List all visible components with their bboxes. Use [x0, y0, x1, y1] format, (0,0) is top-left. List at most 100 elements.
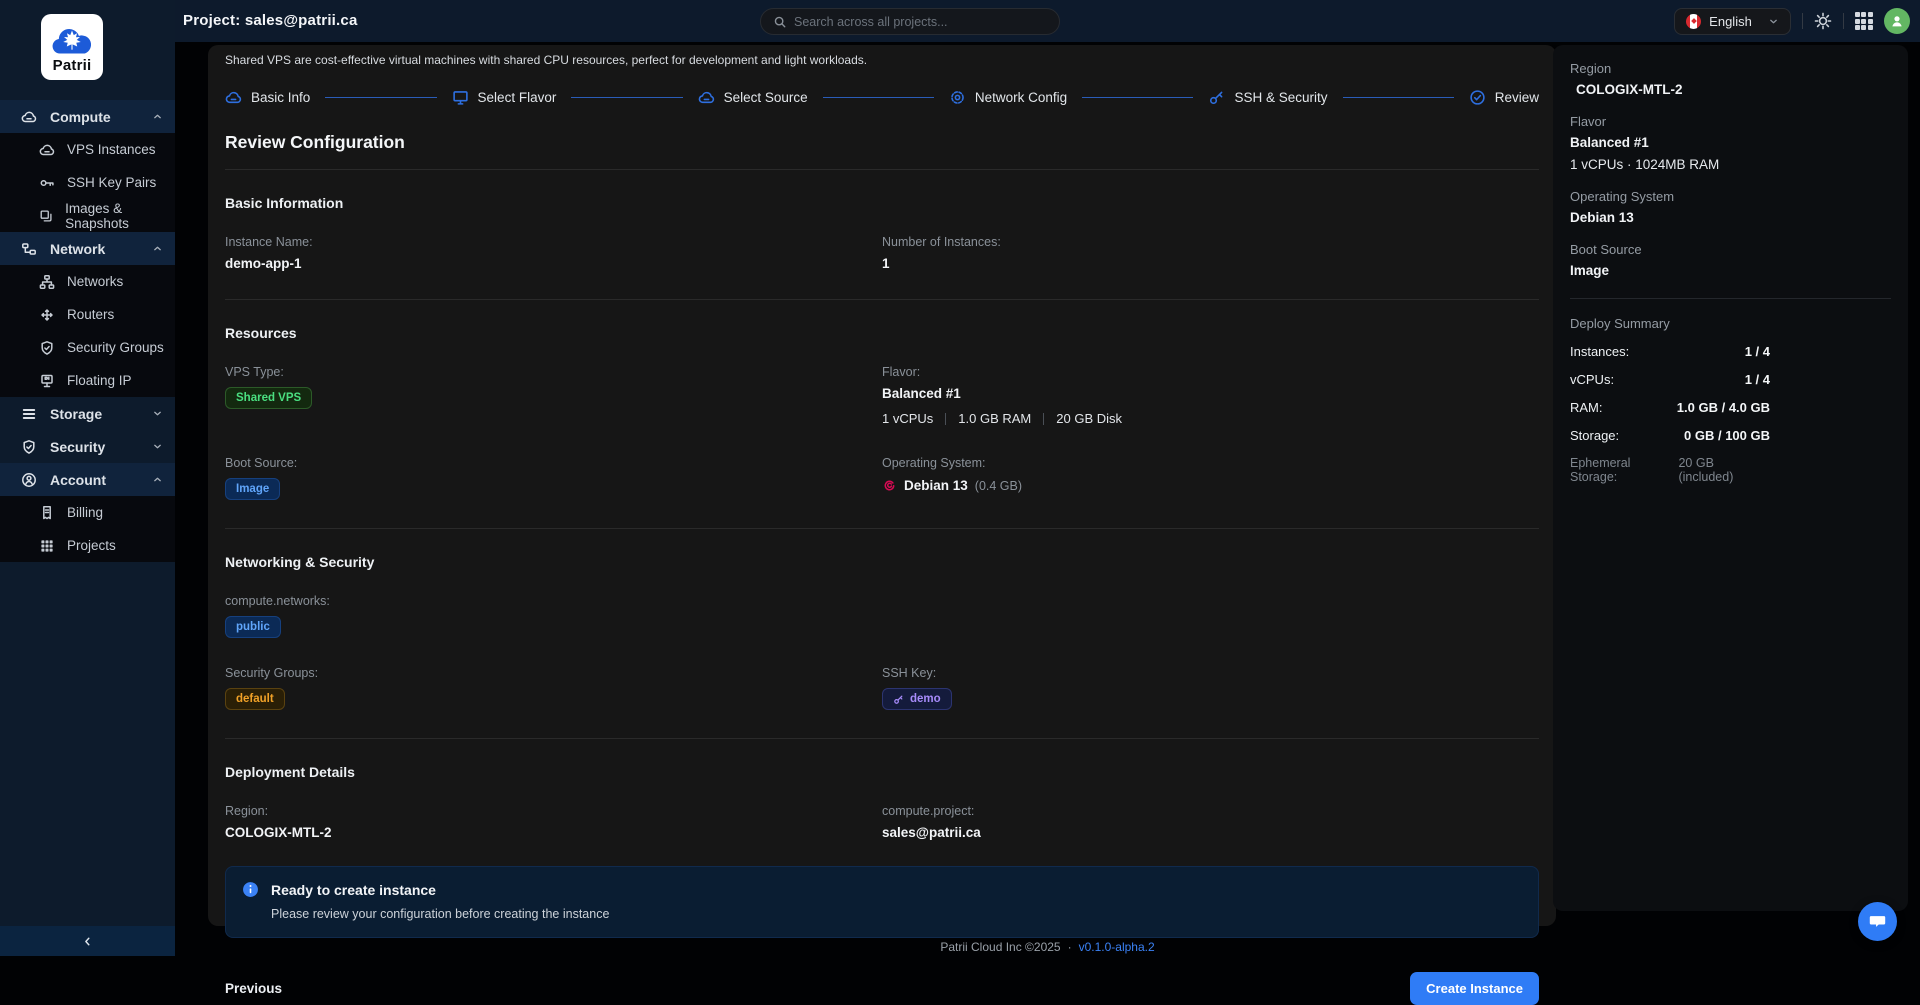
sun-icon	[1814, 12, 1832, 30]
security-groups-field: Security Groups: default	[225, 666, 882, 710]
create-instance-button[interactable]: Create Instance	[1410, 972, 1539, 1005]
version-link[interactable]: v0.1.0-alpha.2	[1079, 940, 1155, 954]
sidebar-item-images-snapshots[interactable]: Images & Snapshots	[0, 199, 175, 232]
sidebar-item-vps-instances[interactable]: VPS Instances	[0, 133, 175, 166]
step-basic-info[interactable]: Basic Info	[225, 89, 310, 106]
summary-row-ram: RAM: 1.0 GB / 4.0 GB	[1570, 400, 1770, 415]
vps-type-field: VPS Type: Shared VPS	[225, 365, 882, 426]
boot-source-badge: Image	[225, 478, 280, 500]
previous-button[interactable]: Previous	[225, 981, 282, 996]
topbar-right-cluster: English	[1674, 0, 1910, 42]
region-value: COLOGIX-MTL-2	[225, 825, 882, 840]
step-connector	[823, 97, 934, 99]
divider	[225, 299, 1539, 300]
apps-grid-button[interactable]	[1855, 12, 1873, 30]
operating-system-value-row: Debian 13 (0.4 GB)	[882, 478, 1539, 493]
theme-toggle-button[interactable]	[1814, 12, 1832, 30]
summary-value: 0 GB / 100 GB	[1684, 428, 1770, 443]
topbar: Project: sales@patrii.ca English	[0, 0, 1920, 42]
footer: Patrii Cloud Inc ©2025·v0.1.0-alpha.2	[175, 940, 1920, 954]
language-selector[interactable]: English	[1674, 8, 1791, 35]
step-connector	[1343, 97, 1454, 99]
wizard-stepper: Basic Info Select Flavor Select Source N…	[225, 89, 1539, 106]
flavor-value: Balanced #1	[882, 386, 1539, 401]
step-select-source[interactable]: Select Source	[698, 89, 808, 106]
sidebar-item-security-groups[interactable]: Security Groups	[0, 331, 175, 364]
cloud-server-icon	[39, 142, 55, 158]
summary-value: 1 / 4	[1745, 372, 1770, 387]
step-select-flavor[interactable]: Select Flavor	[452, 89, 557, 106]
boot-source-field: Boot Source: Image	[225, 456, 882, 500]
global-search[interactable]	[760, 8, 1060, 35]
images-icon	[39, 208, 53, 224]
info-icon	[242, 881, 259, 898]
panel-region-label: Region	[1570, 61, 1891, 76]
alert-header: Ready to create instance	[242, 881, 1522, 898]
sidebar-item-floating-ip[interactable]: Floating IP	[0, 364, 175, 397]
sidebar-group-network[interactable]: Network	[0, 232, 175, 265]
ssh-key-field: SSH Key: demo	[882, 666, 1539, 710]
sidebar-item-billing[interactable]: Billing	[0, 496, 175, 529]
step-review[interactable]: Review	[1469, 89, 1539, 106]
flavor-label: Flavor:	[882, 365, 1539, 379]
instance-count-field: Number of Instances: 1	[882, 235, 1539, 271]
chat-launcher-button[interactable]	[1858, 902, 1897, 941]
monitor-icon	[452, 89, 469, 106]
chevron-down-icon	[152, 408, 163, 419]
sidebar-item-label: Security Groups	[67, 340, 164, 355]
summary-label: Instances:	[1570, 344, 1629, 359]
panel-flavor-value: Balanced #1	[1570, 135, 1891, 150]
step-ssh-security[interactable]: SSH & Security	[1208, 89, 1327, 106]
sidebar: Patrii Compute VPS Instances SSH Key Pai…	[0, 0, 175, 956]
step-label: Review	[1495, 90, 1539, 105]
sidebar-item-ssh-key-pairs[interactable]: SSH Key Pairs	[0, 166, 175, 199]
user-avatar[interactable]	[1884, 8, 1910, 34]
os-size: (0.4 GB)	[975, 479, 1022, 493]
instance-count-label: Number of Instances:	[882, 235, 1539, 249]
cloud-server-icon	[21, 109, 37, 125]
sidebar-item-label: Billing	[67, 505, 103, 520]
sidebar-item-label: VPS Instances	[67, 142, 156, 157]
sidebar-group-security[interactable]: Security	[0, 430, 175, 463]
sidebar-group-account[interactable]: Account	[0, 463, 175, 496]
sidebar-group-compute[interactable]: Compute	[0, 100, 175, 133]
panel-boot-label: Boot Source	[1570, 242, 1891, 257]
sidebar-item-label: Projects	[67, 538, 116, 553]
project-title: Project: sales@patrii.ca	[183, 12, 358, 29]
sidebar-group-label: Account	[50, 472, 106, 488]
sidebar-item-routers[interactable]: Routers	[0, 298, 175, 331]
ephemeral-value: 20 GB (included)	[1678, 456, 1770, 484]
panel-flavor-label: Flavor	[1570, 114, 1891, 129]
patrii-logo[interactable]: Patrii	[41, 14, 103, 80]
instance-count-value: 1	[882, 256, 1539, 271]
deploy-summary-panel: Region COLOGIX-MTL-2 Flavor Balanced #1 …	[1553, 45, 1908, 911]
review-configuration-card: Shared VPS are cost-effective virtual ma…	[208, 45, 1556, 926]
panel-region-value: COLOGIX-MTL-2	[1576, 82, 1891, 97]
panel-flavor-specs: 1 vCPUs · 1024MB RAM	[1570, 157, 1891, 172]
basic-information-heading: Basic Information	[225, 195, 1539, 211]
vps-type-label: VPS Type:	[225, 365, 882, 379]
brand-name: Patrii	[53, 57, 92, 74]
divider	[1043, 413, 1044, 425]
step-connector	[1082, 97, 1193, 99]
region-field: Region: COLOGIX-MTL-2	[225, 804, 882, 840]
cloud-icon	[698, 89, 715, 106]
summary-label: Storage:	[1570, 428, 1619, 443]
ready-info-alert: Ready to create instance Please review y…	[225, 866, 1539, 938]
page-title: Review Configuration	[225, 132, 1539, 153]
step-network-config[interactable]: Network Config	[949, 89, 1067, 106]
shield-check-icon	[21, 439, 37, 455]
sidebar-group-label: Security	[50, 439, 105, 455]
sidebar-item-projects[interactable]: Projects	[0, 529, 175, 562]
canada-flag-icon	[1686, 14, 1701, 29]
step-connector	[325, 97, 436, 99]
vps-type-badge: Shared VPS	[225, 387, 312, 409]
deploy-summary-heading: Deploy Summary	[1570, 316, 1891, 331]
sidebar-group-storage[interactable]: Storage	[0, 397, 175, 430]
search-icon	[773, 15, 787, 29]
key-icon	[39, 175, 55, 191]
search-input[interactable]	[794, 15, 1047, 29]
step-label: Network Config	[975, 90, 1067, 105]
sidebar-item-networks[interactable]: Networks	[0, 265, 175, 298]
sidebar-collapse-button[interactable]	[0, 926, 175, 956]
